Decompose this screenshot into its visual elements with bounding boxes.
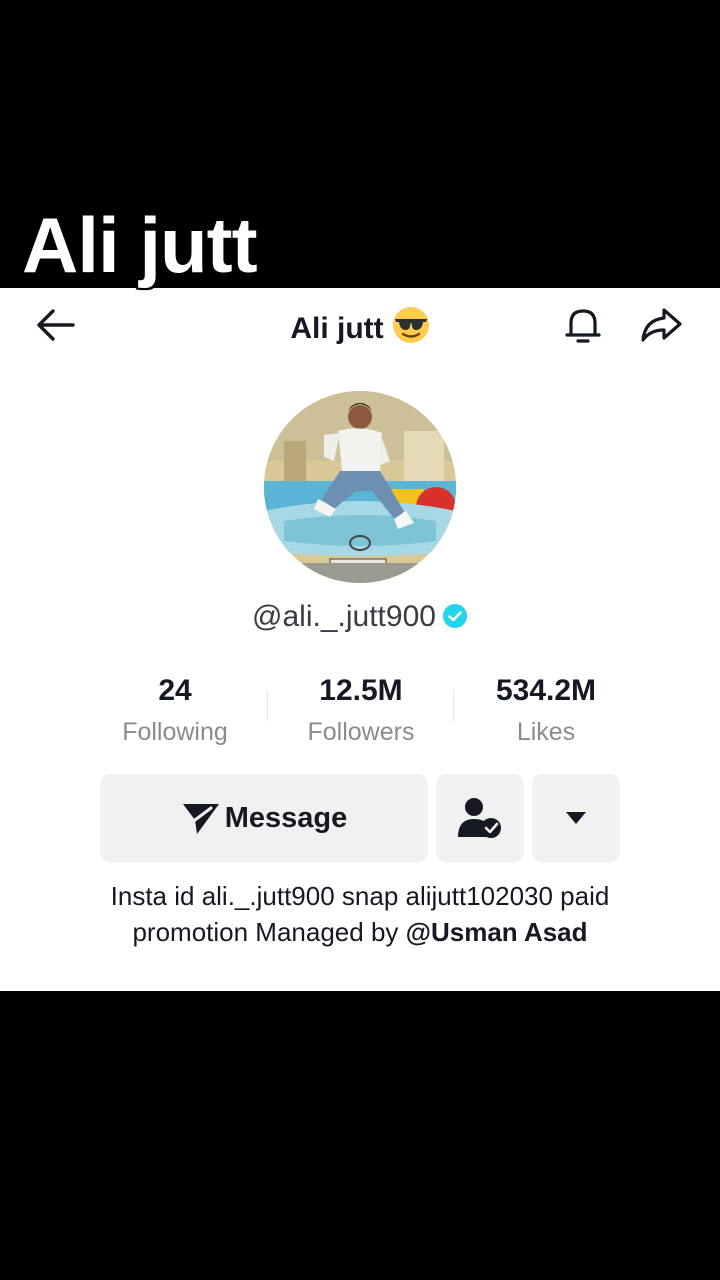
suggested-accounts-dropdown-button[interactable]	[532, 774, 620, 862]
stat-label: Followers	[307, 718, 415, 746]
stat-value: 24	[158, 674, 192, 707]
top-bar: Ali jutt	[0, 288, 720, 360]
send-icon	[182, 804, 219, 834]
stat-divider	[453, 691, 454, 721]
username-row: @ali._.jutt900	[0, 600, 720, 637]
profile-card: Ali jutt @ali._.jutt900 24 Following 12.…	[0, 288, 720, 991]
user-check-icon	[458, 798, 501, 838]
share-button[interactable]	[638, 302, 684, 348]
stat-value: 534.2M	[495, 674, 597, 707]
overlay-caption: Ali jutt	[21, 201, 260, 289]
caret-down-icon	[566, 812, 586, 824]
message-button-label: Message	[224, 801, 348, 834]
stat-followers[interactable]: 12.5M Followers	[271, 673, 451, 747]
notification-bell-button[interactable]	[560, 302, 606, 348]
stat-following[interactable]: 24 Following	[85, 673, 265, 747]
share-icon	[641, 308, 682, 342]
bell-icon	[565, 309, 601, 343]
stat-value: 12.5M	[319, 674, 403, 707]
stats-row: 24 Following 12.5M Followers 534.2M Like…	[80, 673, 640, 753]
sunglasses-emoji-icon	[392, 306, 430, 352]
stat-label: Following	[122, 718, 228, 746]
following-status-button[interactable]	[436, 774, 524, 862]
bio-mention-link[interactable]: @Usman Asad	[406, 917, 588, 947]
message-button[interactable]: Message	[100, 774, 428, 862]
profile-display-name: Ali jutt	[290, 312, 384, 345]
avatar[interactable]	[264, 391, 456, 583]
profile-photo	[264, 391, 456, 583]
stat-divider	[267, 691, 268, 721]
profile-bio: Insta id ali._.jutt900 snap alijutt10203…	[60, 878, 660, 950]
username: @ali._.jutt900	[252, 600, 436, 633]
verified-badge-icon	[442, 603, 468, 637]
stat-likes[interactable]: 534.2M Likes	[456, 673, 636, 747]
screen: Ali jutt Ali jutt @ali._.jutt900 24 Foll…	[0, 0, 720, 1280]
page-title: Ali jutt	[0, 306, 720, 352]
stat-label: Likes	[516, 718, 576, 746]
